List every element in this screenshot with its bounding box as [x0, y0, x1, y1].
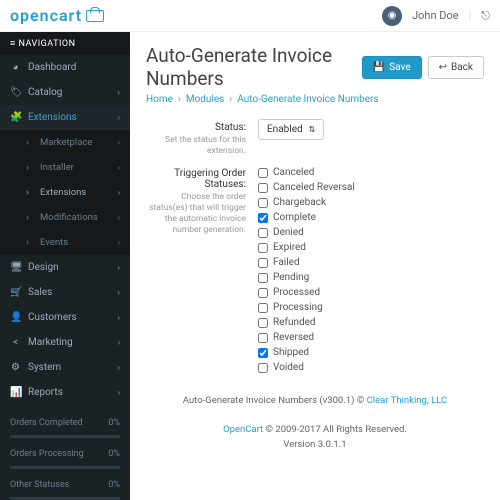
status-help: Set the status for this extension. [146, 135, 246, 157]
user-name[interactable]: John Doe [412, 9, 459, 22]
subnav-modifications[interactable]: ›Modifications› [0, 205, 130, 230]
nav-marketing[interactable]: <Marketing› [0, 330, 130, 355]
subnav-events[interactable]: ›Events› [0, 230, 130, 255]
status-select[interactable]: Enabled ⇅ [258, 119, 324, 140]
crumb-current: Auto-Generate Invoice Numbers [237, 94, 378, 105]
logo[interactable]: opencart [10, 6, 104, 25]
nav-header: ≡ NAVIGATION [0, 32, 130, 55]
breadcrumb: Home › Modules › Auto-Generate Invoice N… [146, 94, 484, 105]
sidebar: ≡ NAVIGATION ◕Dashboard🏷Catalog›🧩Extensi… [0, 32, 130, 500]
nav-design[interactable]: 🖥Design› [0, 255, 130, 280]
subnav-installer[interactable]: ›Installer› [0, 155, 130, 180]
top-bar: opencart ◉ John Doe | ⎋ [0, 0, 500, 32]
avatar[interactable]: ◉ [382, 6, 402, 26]
status-chargeback[interactable]: Chargeback [258, 195, 484, 210]
footer: Auto-Generate Invoice Numbers (v300.1) ©… [146, 393, 484, 453]
main-content: Auto-Generate Invoice Numbers 💾 Save ↩ B… [130, 32, 500, 500]
status-reversed[interactable]: Reversed [258, 330, 484, 345]
trigger-help: Choose the order status(es) that will tr… [146, 192, 246, 236]
stat-orders-completed: Orders Completed0% [0, 413, 130, 433]
stat-other-statuses: Other Statuses0% [0, 475, 130, 495]
status-voided[interactable]: Voided [258, 360, 484, 375]
status-canceled-reversal[interactable]: Canceled Reversal [258, 180, 484, 195]
stat-orders-processing: Orders Processing0% [0, 444, 130, 464]
status-complete[interactable]: Complete [258, 210, 484, 225]
status-expired[interactable]: Expired [258, 240, 484, 255]
save-button[interactable]: 💾 Save [362, 56, 422, 79]
status-pending[interactable]: Pending [258, 270, 484, 285]
crumb-home[interactable]: Home [146, 94, 173, 105]
subnav-marketplace[interactable]: ›Marketplace› [0, 130, 130, 155]
trigger-label: Triggering Order Statuses: [146, 168, 246, 190]
nav-dashboard[interactable]: ◕Dashboard [0, 55, 130, 80]
crumb-modules[interactable]: Modules [186, 94, 224, 105]
nav-customers[interactable]: 👤Customers› [0, 305, 130, 330]
status-processed[interactable]: Processed [258, 285, 484, 300]
logout-icon[interactable]: ⎋ [481, 9, 490, 23]
nav-sales[interactable]: 🛒Sales› [0, 280, 130, 305]
subnav-extensions[interactable]: ›Extensions› [0, 180, 130, 205]
status-refunded[interactable]: Refunded [258, 315, 484, 330]
status-failed[interactable]: Failed [258, 255, 484, 270]
back-button[interactable]: ↩ Back [428, 56, 484, 79]
status-denied[interactable]: Denied [258, 225, 484, 240]
nav-reports[interactable]: 📊Reports› [0, 380, 130, 405]
status-shipped[interactable]: Shipped [258, 345, 484, 360]
page-title: Auto-Generate Invoice Numbers [146, 44, 362, 90]
status-processing[interactable]: Processing [258, 300, 484, 315]
status-label: Status: [146, 122, 246, 133]
nav-catalog[interactable]: 🏷Catalog› [0, 80, 130, 105]
status-canceled[interactable]: Canceled [258, 165, 484, 180]
nav-system[interactable]: ⚙System› [0, 355, 130, 380]
vendor-link[interactable]: Clear Thinking, LLC [367, 395, 448, 406]
nav-extensions[interactable]: 🧩Extensions› [0, 105, 130, 130]
opencart-link[interactable]: OpenCart [223, 424, 263, 435]
